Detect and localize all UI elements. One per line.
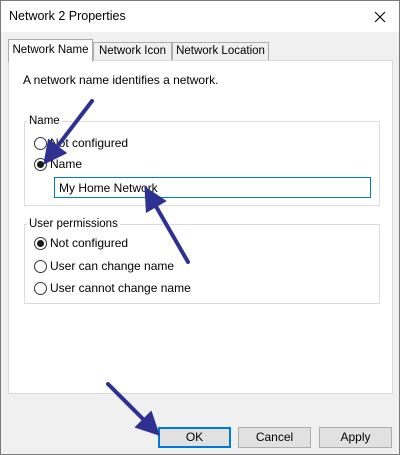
description-text: A network name identifies a network. — [23, 73, 219, 87]
radio-circle — [34, 236, 47, 250]
close-button[interactable] — [361, 1, 399, 32]
permission-not-configured-radio[interactable]: Not configured — [34, 235, 128, 251]
tab-panel: A network name identifies a network. Nam… — [8, 60, 393, 394]
name-custom-radio[interactable]: Name — [34, 156, 82, 172]
radio-label: Name — [50, 157, 83, 171]
radio-circle — [34, 136, 47, 150]
permission-cannot-change-radio[interactable]: User cannot change name — [34, 280, 191, 296]
tab-network-icon[interactable]: Network Icon — [93, 42, 172, 61]
close-icon — [374, 11, 386, 22]
tab-network-location[interactable]: Network Location — [172, 42, 269, 61]
ok-button[interactable]: OK — [158, 427, 231, 448]
radio-label: User can change name — [50, 259, 175, 273]
radio-circle — [34, 259, 47, 273]
tab-network-name[interactable]: Network Name — [8, 39, 93, 62]
name-group: Name Not configured Name — [24, 114, 380, 206]
permissions-group-label: User permissions — [27, 217, 120, 231]
name-not-configured-radio[interactable]: Not configured — [34, 135, 128, 151]
title-bar: Network 2 Properties — [1, 1, 399, 32]
user-permissions-group: User permissions Not configured User can… — [24, 217, 380, 304]
radio-label: User cannot change name — [50, 281, 191, 295]
radio-label: Not configured — [50, 236, 129, 250]
radio-circle — [34, 157, 47, 171]
name-group-label: Name — [27, 114, 62, 128]
permission-can-change-radio[interactable]: User can change name — [34, 258, 174, 274]
apply-button[interactable]: Apply — [319, 427, 392, 448]
radio-label: Not configured — [50, 136, 129, 150]
network-name-input[interactable] — [54, 177, 371, 198]
properties-dialog: Network 2 Properties Network Name Networ… — [0, 0, 400, 455]
window-title: Network 2 Properties — [9, 9, 126, 23]
radio-circle — [34, 281, 47, 295]
cancel-button[interactable]: Cancel — [238, 427, 311, 448]
